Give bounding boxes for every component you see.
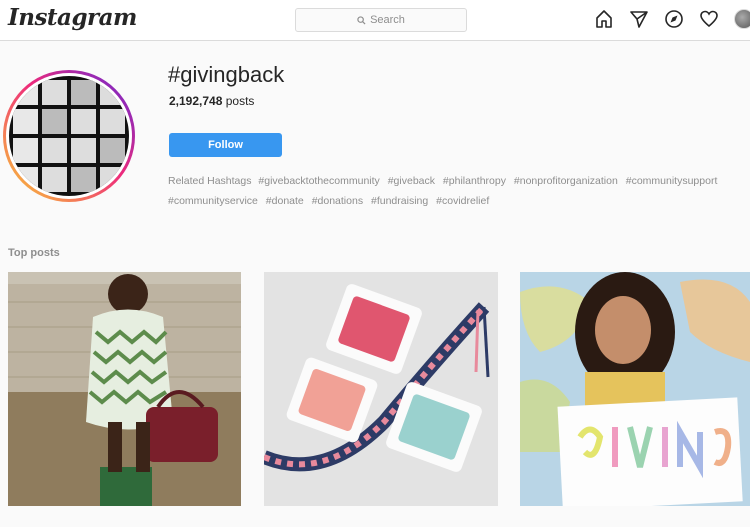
nav-icons [594,9,750,29]
post-count: 2,192,748 posts [169,94,254,108]
post-image-thread-spools [264,272,498,506]
related-hashtag-link[interactable]: #donations [312,195,363,207]
related-hashtag-link[interactable]: #covidrelief [436,195,489,207]
hashtag-title: #givingback [168,62,285,87]
related-hashtag-link[interactable]: #donate [266,195,304,207]
post-count-suffix: posts [225,94,255,108]
related-hashtag-link[interactable]: #givebacktothecommunity [258,175,379,187]
top-post-1[interactable] [8,272,241,506]
follow-button[interactable]: Follow [169,133,282,157]
related-hashtag-link[interactable]: #communityservice [168,195,258,207]
home-icon[interactable] [594,9,614,29]
instagram-logo[interactable]: Instagram [8,4,137,31]
top-post-3[interactable] [520,272,750,506]
explore-icon[interactable] [664,9,684,29]
search-input[interactable]: Search [295,8,467,32]
related-hashtag-link[interactable]: #giveback [388,175,435,187]
related-hashtags-label: Related Hashtags [168,175,252,187]
related-hashtag-link[interactable]: #nonprofitorganization [514,175,618,187]
related-hashtag-link[interactable]: #fundraising [371,195,428,207]
post-image-girl-with-bag [8,272,241,506]
search-icon [357,15,366,25]
search-placeholder: Search [370,14,405,26]
related-hashtag-link[interactable]: #philanthropy [443,175,506,187]
activity-heart-icon[interactable] [699,9,719,29]
top-navigation-bar: Instagram Search [0,0,750,41]
post-count-number: 2,192,748 [169,94,223,108]
hashtag-collage-image [9,76,129,196]
related-hashtags: Related Hashtags #givebacktothecommunity… [168,171,748,211]
top-post-2[interactable] [264,272,498,506]
related-hashtag-link[interactable]: #communitysupport [626,175,718,187]
post-image-girl-with-sign [520,272,750,506]
direct-icon[interactable] [629,9,649,29]
top-posts-heading: Top posts [8,247,60,259]
hashtag-profile-image [3,70,135,202]
profile-avatar[interactable] [734,9,750,29]
